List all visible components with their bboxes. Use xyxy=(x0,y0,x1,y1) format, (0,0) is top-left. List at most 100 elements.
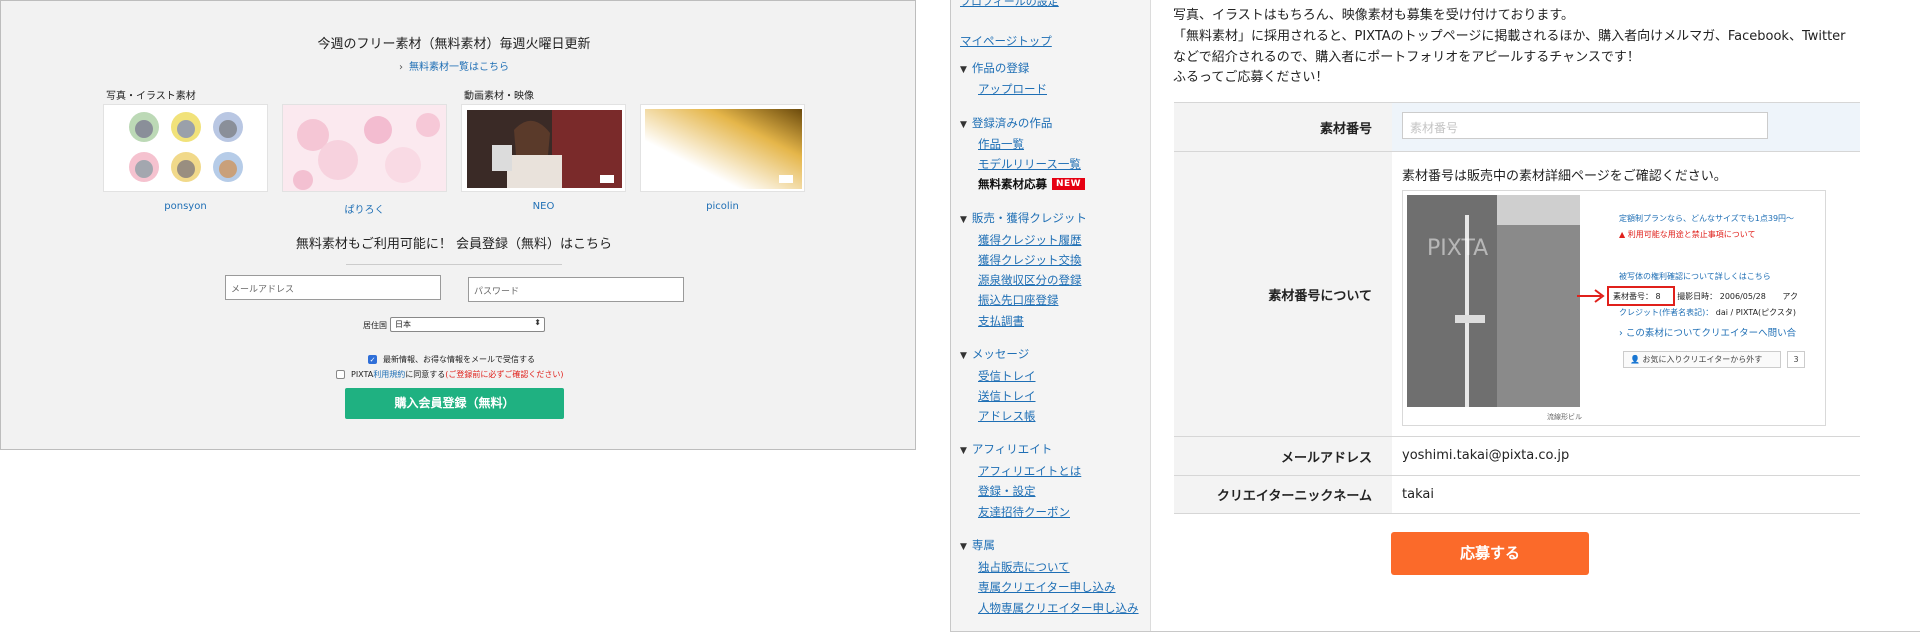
register-button[interactable]: 購入会員登録（無料） xyxy=(345,388,564,419)
triangle-down-icon: ▼ xyxy=(960,215,967,225)
creator-mypage: プロフィールの設定 マイページトップ ▼ 作品の登録 アップロード ▼ 登録済みの作… xyxy=(950,0,1920,632)
sidebar-item-mypage[interactable]: マイページトップ xyxy=(960,33,1052,49)
terms-link[interactable]: 利用規約 xyxy=(373,369,405,380)
sidebar-item-profile[interactable]: プロフィールの設定 xyxy=(960,0,1059,9)
intro-line-2: 「無料素材」に採用されると、PIXTAのトップページに掲載されるほか、購入者向け… xyxy=(1173,29,1846,44)
country-label: 居住国 xyxy=(363,321,387,330)
chevron-right-icon: › xyxy=(1619,328,1626,339)
photo-caption: 流線形ビル xyxy=(1547,413,1582,421)
credit-label: クレジット(作者名表記)： xyxy=(1619,308,1714,317)
password-placeholder: パスワード xyxy=(474,287,520,297)
thumbnail-name-4[interactable]: picolin xyxy=(640,201,805,212)
number-value: 8 xyxy=(1655,292,1661,301)
thumbnail-cherry-blossom[interactable] xyxy=(282,104,447,192)
thumbnail-name-1[interactable]: ponsyon xyxy=(103,201,268,212)
sample-building-photo: PIXTA xyxy=(1407,195,1580,407)
credit-row: クレジット(作者名表記)： dai / PIXTA(ピクスタ) xyxy=(1619,307,1796,318)
sidebar-item-inbox[interactable]: 受信トレイ xyxy=(978,368,1036,384)
sidebar-item-tax-category[interactable]: 源泉徴収区分の登録 xyxy=(978,272,1082,288)
sidebar-section-label: 作品の登録 xyxy=(971,61,1030,75)
country-select[interactable]: 日本 ⬍ xyxy=(390,317,545,332)
material-number-label: 素材番号 xyxy=(1174,103,1392,151)
cherry-blossom-photo xyxy=(283,105,446,191)
sidebar-item-free-material-current[interactable]: 無料素材応募 NEW xyxy=(978,176,1086,192)
newsletter-label: 最新情報、お得な情報をメールで受信する xyxy=(383,355,535,364)
material-number-input[interactable]: 素材番号 xyxy=(1402,112,1768,139)
sidebar-section-exclusive[interactable]: ▼ 専属 xyxy=(960,537,995,553)
row-email: メールアドレス yoshimi.takai@pixta.co.jp xyxy=(1174,437,1860,476)
sidebar-item-affiliate-settings[interactable]: 登録・設定 xyxy=(978,483,1036,499)
nickname-label: クリエイターニックネーム xyxy=(1174,476,1392,513)
sidebar-section-label: 販売・獲得クレジット xyxy=(971,211,1087,225)
number-row: 素材番号： 8 撮影日時： 2006/05/28 アク xyxy=(1613,291,1798,302)
favorite-count: 3 xyxy=(1787,351,1805,368)
sidebar-item-works[interactable]: 作品一覧 xyxy=(978,136,1024,152)
contact-link: › この素材についてクリエイターへ問い合 xyxy=(1619,325,1796,339)
triangle-down-icon: ▼ xyxy=(960,446,967,456)
about-number-label: 素材番号について xyxy=(1174,152,1392,436)
sidebar-item-bank-account[interactable]: 振込先口座登録 xyxy=(978,292,1059,308)
sidebar-item-payment-record[interactable]: 支払調書 xyxy=(978,313,1024,329)
sidebar-section-affiliate[interactable]: ▼ アフィリエイト xyxy=(960,441,1052,457)
sidebar-section-label: メッセージ xyxy=(971,347,1030,361)
newsletter-checkbox[interactable]: ✓ xyxy=(368,355,377,364)
sidebar-item-affiliate-about[interactable]: アフィリエイトとは xyxy=(978,463,1081,479)
favorite-remove-label: お気に入りクリエイターから外す xyxy=(1642,355,1763,364)
thumbnail-video-woman[interactable] xyxy=(461,104,626,192)
video-camera-icon xyxy=(779,175,793,183)
sidebar-item-model-release[interactable]: モデルリリース一覧 xyxy=(978,156,1081,172)
thumbnail-name-3[interactable]: NEO xyxy=(461,201,626,212)
woman-phone-video xyxy=(462,105,625,191)
registration-panel: 今週のフリー素材（無料素材）毎週火曜日更新 › 無料素材一覧はこちら 写真・イラス… xyxy=(0,0,916,450)
row-about-number: 素材番号について 素材番号は販売中の素材詳細ページをご確認ください。 PIXTA xyxy=(1174,152,1860,437)
category-photo-illust: 写真・イラスト素材 xyxy=(106,91,196,102)
red-arrow-icon xyxy=(1577,289,1605,303)
material-number-cell: 素材番号 xyxy=(1392,103,1860,151)
credit-value: dai / PIXTA(ピクスタ) xyxy=(1715,308,1797,317)
warning-text: 利用可能な用途と禁止事項について xyxy=(1627,230,1756,239)
select-arrows-icon: ⬍ xyxy=(534,318,541,327)
terms-checkbox[interactable] xyxy=(336,370,345,379)
sidebar-item-sent[interactable]: 送信トレイ xyxy=(978,388,1036,404)
sidebar-section-label: 専属 xyxy=(971,538,995,552)
thumbnail-name-2[interactable]: ぱりろく xyxy=(282,201,447,216)
intro-line-3: などで紹介されるので、購入者にポートフォリオをアピールするチャンスです！ xyxy=(1173,50,1640,65)
email-value: yoshimi.takai@pixta.co.jp xyxy=(1402,448,1570,463)
apply-button[interactable]: 応募する xyxy=(1391,532,1589,575)
tail-text: アク xyxy=(1782,292,1798,301)
favorite-remove-button: 👤 お気に入りクリエイターから外す xyxy=(1623,351,1781,368)
chevron-right-icon: › xyxy=(399,62,403,73)
video-camera-icon xyxy=(600,175,614,183)
sidebar-section-register[interactable]: ▼ 作品の登録 xyxy=(960,60,1029,76)
sidebar-section-message[interactable]: ▼ メッセージ xyxy=(960,346,1029,362)
terms-suffix: に同意する xyxy=(405,370,446,379)
sidebar-item-person-exclusive[interactable]: 人物専属クリエイター申し込み xyxy=(978,600,1139,616)
number-label: 素材番号： xyxy=(1613,292,1653,301)
about-number-cell: 素材番号は販売中の素材詳細ページをご確認ください。 PIXTA 流線形ビル 定額… xyxy=(1392,152,1860,436)
sidebar-section-sales[interactable]: ▼ 販売・獲得クレジット xyxy=(960,210,1087,226)
avatar-illustration-icon xyxy=(129,112,243,182)
free-list-link-label: 無料素材一覧はこちら xyxy=(409,62,509,73)
sample-detail-screenshot: PIXTA 流線形ビル 定額制プランなら、どんなサイズでも1点39円〜 ▲ 利用… xyxy=(1402,190,1826,426)
main-content: 写真、イラストはもちろん、映像素材も募集を受け付けております。 「無料素材」に採… xyxy=(1151,0,1920,631)
sidebar-item-invite-coupon[interactable]: 友達招待クーポン xyxy=(978,504,1070,520)
email-input[interactable]: メールアドレス xyxy=(225,275,441,300)
sidebar-item-credit-history[interactable]: 獲得クレジット履歴 xyxy=(978,232,1082,248)
row-material-number: 素材番号 素材番号 xyxy=(1174,103,1860,152)
terms-prefix: PIXTA xyxy=(351,370,374,379)
sidebar-section-registered[interactable]: ▼ 登録済みの作品 xyxy=(960,115,1052,131)
password-input[interactable]: パスワード xyxy=(468,277,684,302)
sidebar-item-credit-exchange[interactable]: 獲得クレジット交換 xyxy=(978,252,1082,268)
intro-line-4: ふるってご応募ください！ xyxy=(1173,70,1329,85)
sidebar-item-exclusive-creator[interactable]: 専属クリエイター申し込み xyxy=(978,579,1116,595)
thumbnail-illustration[interactable] xyxy=(103,104,268,192)
user-icon: 👤 xyxy=(1630,355,1643,364)
thumbnail-golden-pattern[interactable] xyxy=(640,104,805,192)
sidebar-item-exclusive-sales[interactable]: 独占販売について xyxy=(978,559,1070,575)
country-value: 日本 xyxy=(395,320,411,329)
email-placeholder: メールアドレス xyxy=(231,285,295,295)
sidebar-item-upload[interactable]: アップロード xyxy=(978,81,1047,97)
material-number-placeholder: 素材番号 xyxy=(1410,121,1459,135)
sidebar-item-address-book[interactable]: アドレス帳 xyxy=(978,408,1036,424)
free-list-link[interactable]: › 無料素材一覧はこちら xyxy=(1,58,907,73)
